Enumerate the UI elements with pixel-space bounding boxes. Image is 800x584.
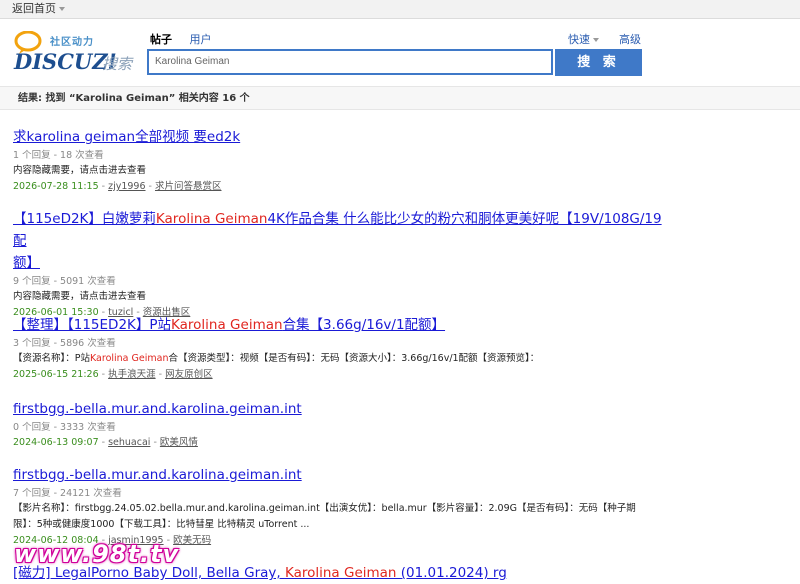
list-item: 求karolina geiman全部视频 要ed2k 1 个回复 - 18 次查…	[13, 126, 673, 195]
list-item: 【整理】【115ED2K】P站Karolina Geiman合集【3.66g/1…	[13, 314, 673, 383]
site-watermark: www.98t.tv	[14, 540, 180, 568]
title-text: 【整理】【115ED2K】P站	[13, 317, 172, 333]
result-title-link[interactable]: firstbgg.-bella.mur.and.karolina.geiman.…	[13, 464, 673, 486]
top-bar: 返回首页	[0, 0, 800, 19]
chevron-down-icon	[593, 38, 599, 42]
author-link[interactable]: zjy1996	[108, 181, 145, 192]
excerpt-text: 【资源名称】：P站	[13, 353, 90, 364]
excerpt-text: 限】：5种或健康度1000【下载工具】：比特彗星 比特精灵 uTorrent .…	[13, 519, 310, 530]
reply-view-count: 0 个回复 - 3333 次查看	[13, 422, 116, 433]
post-date: 2024-06-13 09:07	[13, 437, 99, 448]
author-link[interactable]: 执手浪天涯	[108, 369, 156, 380]
forum-link[interactable]: 网友原创区	[165, 369, 213, 380]
title-text: firstbgg.-bella.mur.and.karolina.geiman.…	[13, 401, 302, 417]
result-title-link[interactable]: 【整理】【115ED2K】P站Karolina Geiman合集【3.66g/1…	[13, 314, 673, 336]
result-summary: 结果: 找到 “Karolina Geiman” 相关内容 16 个	[0, 86, 800, 110]
result-meta: 2024-06-13 09:07 - sehuacai - 欧美风情	[13, 437, 198, 448]
forum-link[interactable]: 求片问答悬赏区	[155, 181, 222, 192]
back-home-link[interactable]: 返回首页	[12, 2, 56, 15]
result-excerpt: 内容隐藏需要，请点击进去查看	[13, 165, 147, 176]
result-excerpt: 【资源名称】：P站Karolina Geiman合【资源类型】：视频【是否有码】…	[13, 351, 673, 367]
excerpt-text: 【影片名称】：firstbgg.24.05.02.bella.mur.and.k…	[13, 503, 636, 514]
author-link[interactable]: sehuacai	[108, 437, 150, 448]
title-text: 额】	[13, 255, 40, 271]
result-meta: 2025-06-15 21:26 - 执手浪天涯 - 网友原创区	[13, 369, 213, 380]
result-title-link[interactable]: 求karolina geiman全部视频 要ed2k	[13, 126, 673, 148]
title-highlight: Karolina Geiman	[155, 211, 268, 227]
logo-subtitle: 社区动力	[50, 37, 94, 48]
list-item: firstbgg.-bella.mur.and.karolina.geiman.…	[13, 464, 673, 549]
quick-dropdown[interactable]: 快速	[568, 31, 599, 47]
header: 社区动力 DISCUZ! 搜索 帖子 用户 快速 高级 Karolina Gei…	[0, 19, 800, 87]
reply-view-count: 1 个回复 - 18 次查看	[13, 150, 104, 161]
chevron-down-icon[interactable]	[59, 7, 65, 11]
title-text: 求karolina geiman全部视频 要ed2k	[13, 129, 241, 145]
result-excerpt: 内容隐藏需要，请点击进去查看	[13, 291, 147, 302]
title-text: firstbgg.-bella.mur.and.karolina.geiman.…	[13, 467, 302, 483]
result-meta: 2026-07-28 11:15 - zjy1996 - 求片问答悬赏区	[13, 181, 222, 192]
search-input[interactable]: Karolina Geiman	[147, 49, 553, 75]
forum-link[interactable]: 欧美风情	[160, 437, 198, 448]
title-text: 【115eD2K】白嫩萝莉	[13, 211, 156, 227]
advanced-search-link[interactable]: 高级	[619, 31, 641, 47]
result-excerpt: 【影片名称】：firstbgg.24.05.02.bella.mur.and.k…	[13, 501, 673, 533]
tab-users[interactable]: 用户	[190, 31, 212, 47]
post-date: 2026-07-28 11:15	[13, 181, 99, 192]
post-date: 2025-06-15 21:26	[13, 369, 99, 380]
result-title-link[interactable]: firstbgg.-bella.mur.and.karolina.geiman.…	[13, 398, 673, 420]
search-button[interactable]: 搜 索	[555, 49, 642, 76]
search-type-tabs: 帖子 用户	[150, 31, 226, 47]
result-title-link[interactable]: 【115eD2K】白嫩萝莉Karolina Geiman4K作品合集 什么能比少…	[13, 208, 673, 274]
excerpt-highlight: Karolina Geiman	[89, 353, 169, 364]
list-item: 【115eD2K】白嫩萝莉Karolina Geiman4K作品合集 什么能比少…	[13, 208, 673, 321]
title-highlight: Karolina Geiman	[171, 317, 283, 333]
tab-posts[interactable]: 帖子	[150, 31, 172, 47]
list-item: firstbgg.-bella.mur.and.karolina.geiman.…	[13, 398, 673, 451]
reply-view-count: 7 个回复 - 24121 次查看	[13, 488, 122, 499]
reply-view-count: 9 个回复 - 5091 次查看	[13, 276, 116, 287]
discuz-logo[interactable]: 社区动力 DISCUZ! 搜索	[14, 29, 134, 77]
title-text: 合集【3.66g/16v/1配额】	[282, 317, 446, 333]
reply-view-count: 3 个回复 - 5896 次查看	[13, 338, 116, 349]
excerpt-text: 合【资源类型】：视频【是否有码】：无码【资源大小】：3.66g/16v/1配额【…	[168, 353, 540, 364]
logo-brand-sub: 搜索	[102, 55, 133, 73]
quick-label: 快速	[568, 33, 590, 46]
